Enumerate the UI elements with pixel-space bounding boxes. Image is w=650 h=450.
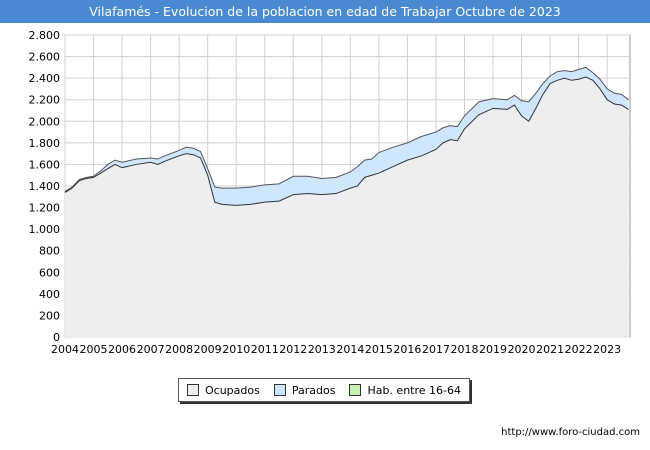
x-tick-label: 2004 xyxy=(51,343,79,356)
x-tick-label: 2021 xyxy=(536,343,564,356)
x-tick-label: 2013 xyxy=(308,343,336,356)
x-tick-label: 2022 xyxy=(565,343,593,356)
x-tick-label: 2016 xyxy=(393,343,421,356)
legend-label-ocupados: Ocupados xyxy=(204,383,260,397)
x-tick-label: 2015 xyxy=(365,343,393,356)
legend-item-ocupados: Ocupados xyxy=(186,383,260,397)
x-tick-label: 2007 xyxy=(137,343,165,356)
x-tick-label: 2014 xyxy=(336,343,364,356)
x-tick-label: 2009 xyxy=(194,343,222,356)
source-url: http://www.foro-ciudad.com xyxy=(501,427,640,438)
y-tick-label: 400 xyxy=(39,288,60,301)
legend-label-parados: Parados xyxy=(291,383,336,397)
x-tick-label: 2018 xyxy=(450,343,478,356)
y-axis-ticks: 02004006008001.0001.2001.4001.6001.8002.… xyxy=(29,29,61,344)
legend-swatch-ocupados xyxy=(186,384,199,396)
y-tick-label: 800 xyxy=(39,245,60,258)
x-tick-label: 2010 xyxy=(222,343,250,356)
y-tick-label: 2.000 xyxy=(29,115,61,128)
x-tick-label: 2023 xyxy=(593,343,621,356)
legend-swatch-habitantes xyxy=(349,384,362,396)
legend-item-parados: Parados xyxy=(273,383,336,397)
legend-swatch-parados xyxy=(273,384,286,396)
x-tick-label: 2006 xyxy=(108,343,136,356)
y-tick-label: 2.800 xyxy=(29,29,61,42)
x-tick-label: 2008 xyxy=(165,343,193,356)
legend: Ocupados Parados Hab. entre 16-64 xyxy=(178,378,470,402)
legend-item-habitantes: Hab. entre 16-64 xyxy=(349,384,461,397)
y-tick-label: 1.000 xyxy=(29,223,61,236)
y-tick-label: 2.400 xyxy=(29,72,61,85)
y-tick-label: 1.600 xyxy=(29,158,61,171)
chart-title: Vilafamés - Evolucion de la poblacion en… xyxy=(0,0,650,23)
legend-label-habitantes: Hab. entre 16-64 xyxy=(367,383,461,397)
y-tick-label: 1.800 xyxy=(29,137,61,150)
y-tick-label: 1.200 xyxy=(29,202,61,215)
x-tick-label: 2017 xyxy=(422,343,450,356)
x-tick-label: 2020 xyxy=(508,343,536,356)
y-tick-label: 600 xyxy=(39,266,60,279)
x-tick-label: 2019 xyxy=(479,343,507,356)
x-tick-label: 2005 xyxy=(80,343,108,356)
x-tick-label: 2011 xyxy=(251,343,279,356)
chart-area: 02004006008001.0001.2001.4001.6001.8002.… xyxy=(29,29,631,356)
x-axis-ticks: 2004 2005 2006 2007 2008 2009 2010 2011 2012 2013… xyxy=(51,343,621,356)
y-tick-label: 1.400 xyxy=(29,180,61,193)
y-tick-label: 2.600 xyxy=(29,51,61,64)
x-tick-label: 2012 xyxy=(279,343,307,356)
y-tick-label: 200 xyxy=(39,309,60,322)
y-tick-label: 2.200 xyxy=(29,94,61,107)
